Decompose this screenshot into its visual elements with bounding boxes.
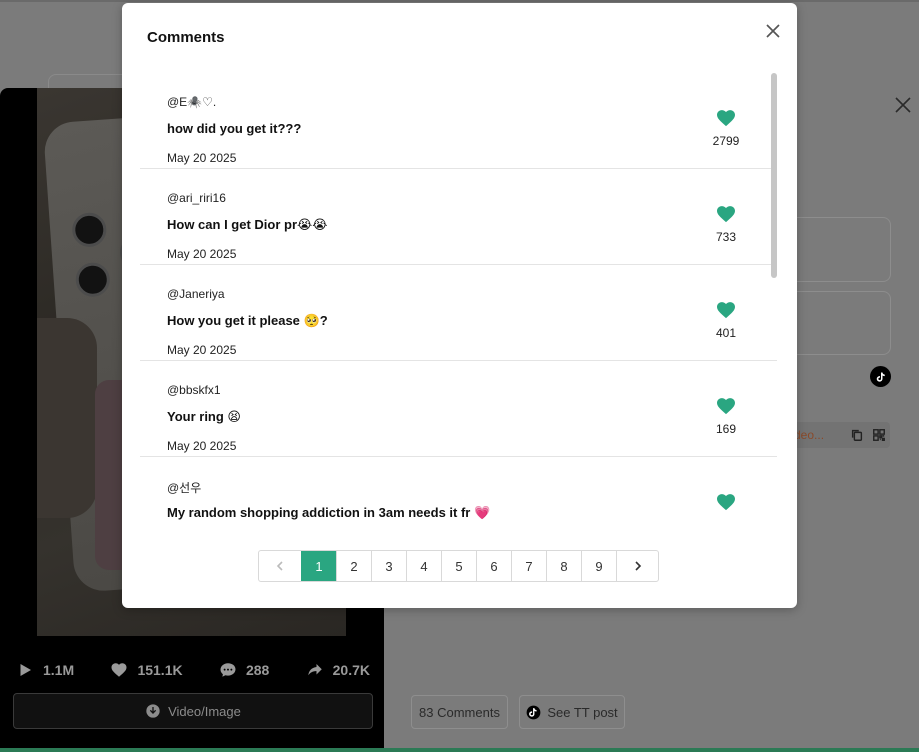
- heart-icon: [111, 663, 127, 677]
- page-button[interactable]: 9: [581, 551, 616, 581]
- chevron-right-icon: [634, 561, 641, 571]
- comment-like[interactable]: 2799: [706, 109, 746, 148]
- close-icon[interactable]: [763, 21, 783, 41]
- modal-title: Comments: [147, 29, 225, 46]
- like-count: 733: [715, 230, 737, 244]
- comment-text: Your ring 😫: [167, 409, 241, 424]
- comment-username[interactable]: @E🕷️♡.: [167, 95, 216, 109]
- comments-stat: 288: [219, 661, 269, 679]
- background-input-field[interactable]: [790, 217, 891, 282]
- comment-item: @Janeriya How you get it please 🥺? May 2…: [140, 265, 777, 361]
- share-arrow-icon: [307, 664, 322, 676]
- tiktok-icon: [526, 705, 541, 719]
- qr-code-icon[interactable]: [872, 428, 886, 442]
- download-label: Video/Image: [168, 703, 241, 719]
- copy-icon[interactable]: [850, 428, 864, 442]
- comment-bubble-icon: [220, 663, 236, 677]
- comment-text: How can I get Dior pr😭😭: [167, 217, 328, 232]
- heart-icon[interactable]: [716, 397, 736, 415]
- comment-item: @선우 My random shopping addiction in 3am …: [140, 457, 777, 521]
- comment-item: @bbskfx1 Your ring 😫 May 20 2025 169: [140, 361, 777, 457]
- heart-icon[interactable]: [716, 205, 736, 223]
- comment-text: how did you get it???: [167, 121, 302, 136]
- shares-count: 20.7K: [332, 662, 370, 678]
- comment-like[interactable]: [706, 493, 746, 518]
- background-link[interactable]: deo...: [794, 428, 842, 442]
- heart-icon[interactable]: [716, 493, 736, 511]
- player-stats: 1.1M 151.1K 288 20.7K: [0, 658, 384, 682]
- see-tt-post-label: See TT post: [547, 704, 618, 720]
- page-button[interactable]: 3: [371, 551, 406, 581]
- comment-text: How you get it please 🥺?: [167, 313, 328, 328]
- next-page-button[interactable]: [616, 551, 658, 581]
- comment-list-scrollbar[interactable]: [771, 73, 777, 278]
- download-video-button[interactable]: Video/Image: [13, 693, 373, 729]
- comments-modal: Comments @E🕷️♡. how did you get it??? Ma…: [122, 3, 797, 608]
- close-icon[interactable]: [892, 94, 914, 116]
- comment-username[interactable]: @선우: [167, 479, 201, 496]
- tiktok-icon[interactable]: [870, 366, 891, 387]
- page-button[interactable]: 8: [546, 551, 581, 581]
- heart-icon[interactable]: [716, 109, 736, 127]
- like-count: 401: [715, 326, 737, 340]
- comment-like[interactable]: 401: [706, 301, 746, 340]
- background-input-field[interactable]: [790, 291, 891, 355]
- comment-date: May 20 2025: [167, 151, 237, 165]
- likes-stat: 151.1K: [110, 661, 183, 679]
- download-icon: [146, 704, 160, 718]
- page-button[interactable]: 6: [476, 551, 511, 581]
- pagination: 1 2 3 4 5 6 7 8 9: [258, 550, 659, 582]
- comment-date: May 20 2025: [167, 343, 237, 357]
- page-button[interactable]: 7: [511, 551, 546, 581]
- top-border: [0, 0, 919, 2]
- comment-date: May 20 2025: [167, 247, 237, 261]
- page-button[interactable]: 4: [406, 551, 441, 581]
- shares-stat: 20.7K: [306, 661, 370, 679]
- video-hand-image: [37, 318, 97, 518]
- page-button[interactable]: 5: [441, 551, 476, 581]
- prev-page-button[interactable]: [259, 551, 301, 581]
- comments-count-button[interactable]: 83 Comments: [411, 695, 508, 729]
- bottom-strip: [0, 748, 919, 752]
- background-link-row: deo...: [790, 422, 890, 448]
- page-button[interactable]: 2: [336, 551, 371, 581]
- comments-count-label: 83 Comments: [419, 704, 500, 720]
- comment-item: @E🕷️♡. how did you get it??? May 20 2025…: [140, 73, 777, 169]
- like-count: 169: [715, 422, 737, 436]
- comment-item: @ari_riri16 How can I get Dior pr😭😭 May …: [140, 169, 777, 265]
- page-button[interactable]: 1: [301, 551, 336, 581]
- comment-list[interactable]: @E🕷️♡. how did you get it??? May 20 2025…: [140, 73, 779, 521]
- plays-count: 1.1M: [43, 662, 75, 678]
- heart-icon[interactable]: [716, 301, 736, 319]
- comment-like[interactable]: 169: [706, 397, 746, 436]
- comment-username[interactable]: @bbskfx1: [167, 383, 221, 397]
- like-count: 2799: [712, 134, 740, 148]
- likes-count: 151.1K: [137, 662, 183, 678]
- comments-count: 288: [245, 662, 270, 678]
- comment-date: May 20 2025: [167, 439, 237, 453]
- comment-username[interactable]: @ari_riri16: [167, 191, 226, 205]
- play-icon: [20, 664, 31, 676]
- plays-stat: 1.1M: [16, 661, 74, 679]
- see-tt-post-button[interactable]: See TT post: [519, 695, 625, 729]
- comment-like[interactable]: 733: [706, 205, 746, 244]
- comment-username[interactable]: @Janeriya: [167, 287, 225, 301]
- chevron-left-icon: [276, 561, 283, 571]
- comment-text: My random shopping addiction in 3am need…: [167, 505, 491, 520]
